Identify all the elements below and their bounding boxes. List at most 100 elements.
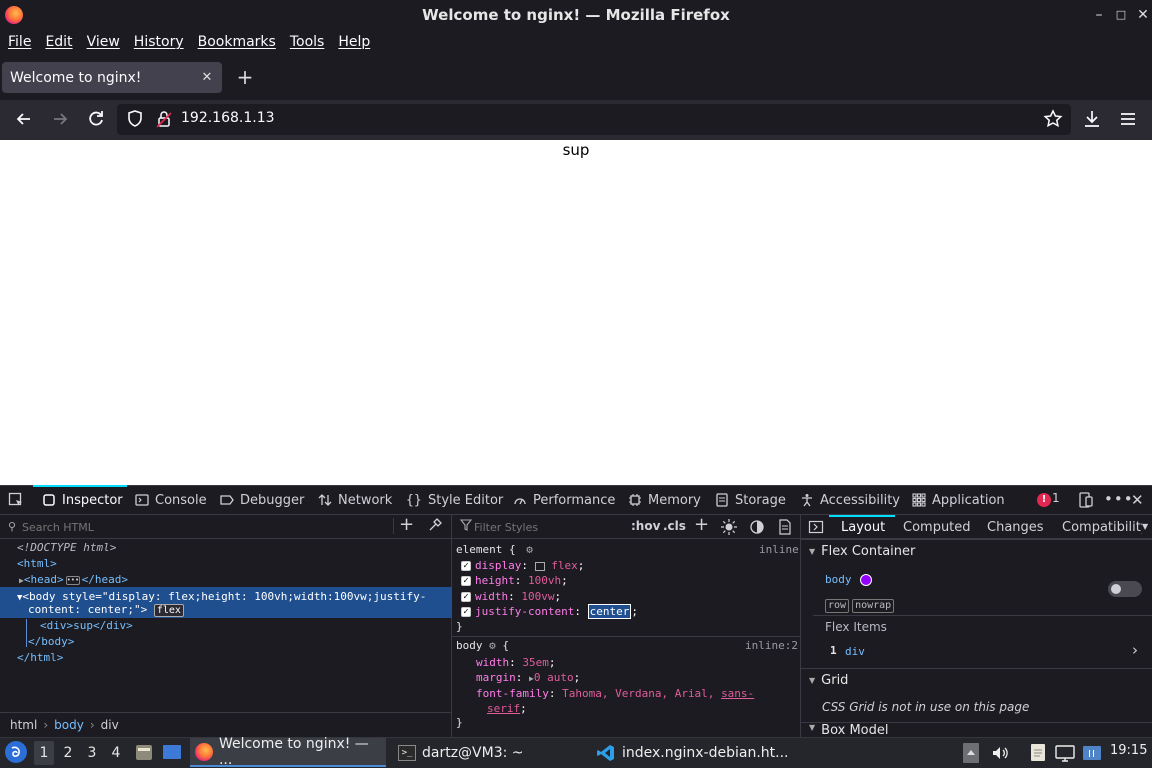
filter-styles-input[interactable] — [474, 518, 624, 536]
devtools-tab-debugger[interactable]: Debugger — [220, 485, 304, 515]
devtools-tab-application[interactable]: Application — [912, 485, 1005, 515]
doctype-node[interactable]: <!DOCTYPE html> — [0, 540, 452, 556]
gear-icon[interactable]: ⚙ — [526, 543, 533, 556]
tabs-overflow-chevron-icon[interactable]: ▼ — [1142, 522, 1148, 531]
error-count[interactable]: 1 — [1052, 491, 1060, 505]
menu-bookmarks[interactable]: Bookmarks — [194, 34, 280, 50]
prop-name[interactable]: justify-content — [475, 605, 574, 618]
prop-name[interactable]: font-family — [476, 687, 549, 700]
prop-value[interactable]: 100vh — [528, 574, 561, 587]
prop-value[interactable]: 0 auto — [534, 671, 574, 684]
gear-icon[interactable]: ⚙ — [489, 639, 496, 652]
volume-speaker-icon[interactable] — [991, 744, 1009, 762]
div-node[interactable]: <div>sup</div> — [0, 618, 452, 634]
url-text[interactable]: 192.168.1.13 — [181, 110, 275, 126]
light-mode-sun-icon[interactable] — [721, 519, 737, 535]
prop-name[interactable]: height — [475, 574, 515, 587]
workspace-3[interactable]: 3 — [82, 741, 102, 765]
prop-name[interactable]: display — [475, 559, 521, 572]
prop-value[interactable]: flex — [551, 559, 578, 572]
devtools-tab-performance[interactable]: Performance — [513, 485, 615, 515]
menu-help[interactable]: Help — [334, 34, 374, 50]
prop-value-link[interactable]: sans- — [721, 687, 754, 700]
prop-name[interactable]: margin — [476, 671, 516, 684]
flex-container-element[interactable]: body — [825, 573, 873, 586]
devtools-tab-console[interactable]: Console — [135, 485, 207, 515]
show-desktop-icon[interactable] — [162, 743, 182, 761]
search-html-input[interactable] — [22, 518, 382, 536]
new-tab-plus-icon[interactable]: + — [234, 66, 256, 88]
body-close-node[interactable]: </body> — [0, 634, 452, 650]
flex-badge[interactable]: flex — [153, 604, 184, 617]
box-model-header[interactable]: ▼ Box Model — [801, 722, 1152, 737]
prop-value[interactable]: 100vw — [521, 590, 554, 603]
start-menu-icon[interactable] — [5, 741, 27, 763]
downloads-icon[interactable] — [1081, 108, 1103, 130]
browser-tab[interactable]: Welcome to nginx! — [2, 62, 222, 93]
breadcrumb-body[interactable]: body — [54, 718, 84, 732]
breadcrumb-html[interactable]: html — [10, 718, 37, 732]
menu-tools[interactable]: Tools — [286, 34, 329, 50]
toggle-sidebar-icon[interactable] — [808, 519, 824, 535]
highlight-color-swatch[interactable] — [860, 574, 873, 586]
minimize-icon[interactable]: – — [1088, 4, 1110, 26]
menu-view[interactable]: View — [83, 34, 124, 50]
dark-mode-icon[interactable] — [749, 519, 765, 535]
forward-arrow-icon[interactable] — [49, 108, 71, 130]
taskbar-firefox-window[interactable]: Welcome to nginx! — ... — [190, 736, 386, 768]
cls-toggle[interactable]: .cls — [663, 519, 686, 533]
body-rule-source[interactable]: inline:2 — [745, 639, 798, 652]
devtools-tab-inspector[interactable]: Inspector — [42, 485, 123, 515]
file-manager-icon[interactable] — [134, 742, 154, 762]
add-rule-plus-icon[interactable]: + — [694, 514, 709, 535]
flex-container-header[interactable]: ▼ Flex Container — [801, 539, 1152, 563]
checkbox-checked[interactable]: ✓ — [461, 607, 471, 617]
clock[interactable]: 19:15 — [1110, 743, 1147, 758]
more-options-icon[interactable]: ••• — [1104, 490, 1134, 508]
flex-toggle-icon[interactable] — [534, 561, 545, 571]
notification-icon[interactable] — [1081, 742, 1103, 764]
responsive-mode-icon[interactable] — [1078, 492, 1094, 508]
insecure-lock-icon[interactable] — [153, 108, 175, 130]
html-close-node[interactable]: </html> — [0, 650, 452, 666]
add-node-plus-icon[interactable]: + — [399, 514, 414, 535]
collapsed-ellipsis-icon[interactable]: ••• — [65, 575, 80, 585]
element-rule-source[interactable]: inline — [759, 543, 799, 556]
prop-name[interactable]: width — [476, 656, 509, 669]
error-icon[interactable]: ! — [1037, 493, 1051, 507]
close-window-icon[interactable]: ✕ — [1132, 4, 1152, 26]
menu-edit[interactable]: Edit — [41, 34, 76, 50]
devtools-tab-network[interactable]: Network — [318, 485, 392, 515]
bookmark-star-icon[interactable] — [1042, 108, 1064, 130]
tray-scroll-up-icon[interactable] — [963, 743, 979, 763]
breadcrumb-div[interactable]: div — [101, 718, 119, 732]
tab-close-icon[interactable]: ✕ — [198, 69, 216, 87]
prop-value-editing[interactable]: center — [587, 604, 632, 619]
html-node[interactable]: <html> — [0, 556, 452, 572]
taskbar-terminal-window[interactable]: >_ dartz@VM3: ~ — [393, 738, 583, 767]
prop-value-link[interactable]: serif — [487, 702, 520, 715]
checkbox-checked[interactable]: ✓ — [461, 592, 471, 602]
menu-history[interactable]: History — [130, 34, 188, 50]
devtools-tab-memory[interactable]: Memory — [628, 485, 701, 515]
tab-compatibility[interactable]: Compatibility — [1062, 515, 1142, 539]
workspace-2[interactable]: 2 — [58, 741, 78, 765]
eyedropper-icon[interactable] — [427, 517, 443, 533]
hov-toggle[interactable]: :hov — [631, 519, 660, 533]
head-node[interactable]: ▶<head> ••• </head> — [0, 572, 452, 588]
hamburger-menu-icon[interactable] — [1117, 108, 1139, 130]
devtools-tab-accessibility[interactable]: Accessibility — [800, 485, 900, 515]
taskbar-vscode-window[interactable]: index.nginx-debian.ht... — [592, 738, 792, 767]
flex-highlight-toggle[interactable] — [1108, 581, 1142, 597]
close-devtools-icon[interactable]: ✕ — [1131, 491, 1144, 509]
tab-layout[interactable]: Layout — [841, 515, 885, 539]
reload-icon[interactable] — [85, 108, 107, 130]
devtools-tab-storage[interactable]: Storage — [715, 485, 786, 515]
network-display-icon[interactable] — [1055, 744, 1075, 762]
prop-value[interactable]: Tahoma, Verdana, Arial, — [562, 687, 714, 700]
element-picker-icon[interactable] — [8, 492, 24, 508]
workspace-4[interactable]: 4 — [106, 741, 126, 765]
devtools-tab-style-editor[interactable]: {} Style Editor — [406, 485, 503, 515]
notes-clipboard-icon[interactable] — [1029, 742, 1047, 762]
back-arrow-icon[interactable] — [13, 108, 35, 130]
